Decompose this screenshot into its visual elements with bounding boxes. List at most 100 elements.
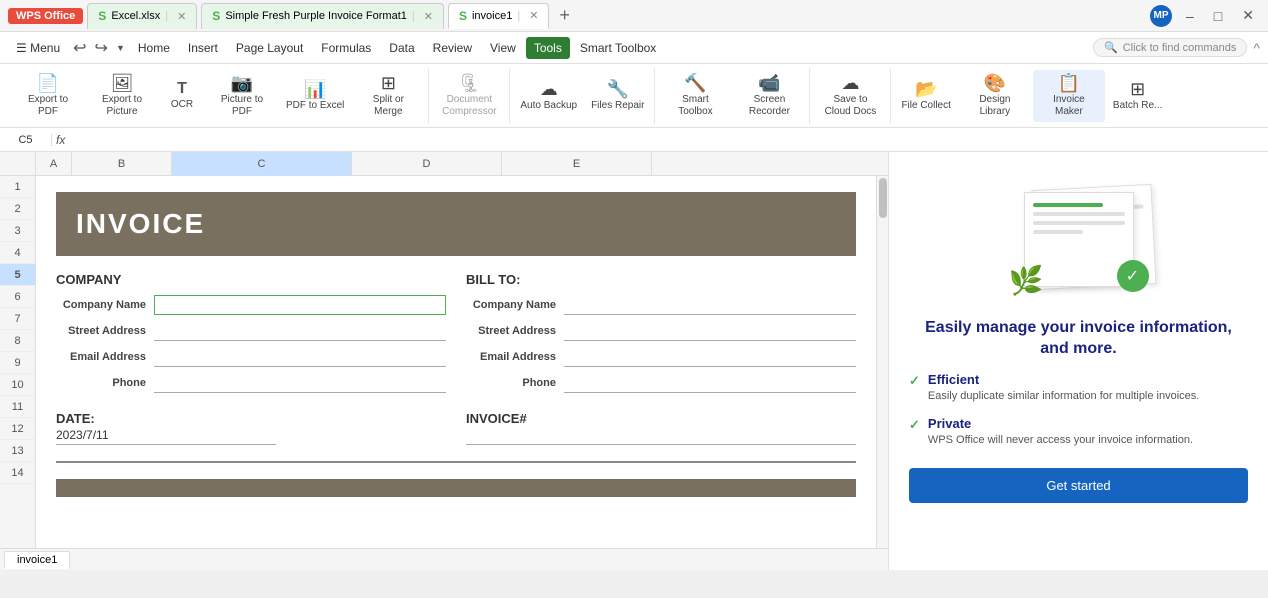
- simple-tab-label: Simple Fresh Purple Invoice Format1: [225, 10, 407, 22]
- excel-tab-close[interactable]: ✕: [177, 10, 186, 23]
- invoice-maker-button[interactable]: 📋 Invoice Maker: [1033, 70, 1105, 122]
- invoice-bottom-bar: [56, 479, 856, 497]
- row-8[interactable]: 8: [0, 330, 35, 352]
- toolbar-group-extra: 📂 File Collect 🎨 Design Library 📋 Invoic…: [891, 68, 1172, 124]
- undo-button[interactable]: ↩: [70, 36, 89, 60]
- row-11[interactable]: 11: [0, 396, 35, 418]
- undo-dropdown[interactable]: ▼: [113, 41, 128, 55]
- row-10[interactable]: 10: [0, 374, 35, 396]
- vertical-scrollbar[interactable]: [876, 176, 888, 548]
- row-1[interactable]: 1: [0, 176, 35, 198]
- col-header-a[interactable]: A: [36, 152, 72, 176]
- batch-button[interactable]: ⊞ Batch Re...: [1107, 70, 1168, 122]
- right-panel: 🌿 ✓ Easily manage your invoice informati…: [888, 152, 1268, 570]
- split-merge-button[interactable]: ⊞ Split or Merge: [352, 70, 424, 122]
- search-placeholder: Click to find commands: [1123, 42, 1237, 54]
- tab-simple[interactable]: S Simple Fresh Purple Invoice Format1 | …: [201, 3, 444, 29]
- feature-private: ✓ Private WPS Office will never access y…: [909, 416, 1248, 448]
- get-started-button[interactable]: Get started: [909, 468, 1248, 503]
- maximize-button[interactable]: □: [1208, 6, 1228, 26]
- simple-tab-close[interactable]: ✕: [424, 10, 433, 23]
- minimize-button[interactable]: –: [1180, 6, 1200, 26]
- company-name-input[interactable]: [154, 295, 446, 315]
- screen-recorder-icon: 📹: [758, 74, 780, 92]
- menu-smart-toolbox[interactable]: Smart Toolbox: [572, 37, 664, 59]
- search-box[interactable]: 🔍 Click to find commands: [1093, 38, 1247, 57]
- email-address-input[interactable]: [154, 347, 446, 367]
- add-tab-button[interactable]: +: [553, 5, 576, 26]
- title-bar: WPS Office S Excel.xlsx | ✕ S Simple Fre…: [0, 0, 1268, 32]
- invoice-divider: [56, 461, 856, 463]
- menu-page-layout[interactable]: Page Layout: [228, 37, 311, 59]
- billto-email-input[interactable]: [564, 347, 856, 367]
- file-collect-button[interactable]: 📂 File Collect: [895, 70, 956, 122]
- tab-excel[interactable]: S Excel.xlsx | ✕: [87, 3, 197, 29]
- invoice-num-col: INVOICE#: [466, 411, 856, 445]
- menu-home[interactable]: Home: [130, 37, 178, 59]
- formula-fx: fx: [56, 133, 65, 147]
- wps-button[interactable]: WPS Office: [8, 8, 83, 24]
- row-3[interactable]: 3: [0, 220, 35, 242]
- billto-section-title: BILL TO:: [466, 272, 856, 287]
- smart-toolbox-icon: 🔨: [684, 74, 706, 92]
- sheet-tab-invoice1[interactable]: invoice1: [4, 551, 70, 569]
- files-repair-button[interactable]: 🔧 Files Repair: [585, 70, 650, 122]
- row-9[interactable]: 9: [0, 352, 35, 374]
- save-cloud-button[interactable]: ☁ Save to Cloud Docs: [814, 70, 886, 122]
- file-collect-icon: 📂: [915, 80, 937, 98]
- illustration-container: 🌿 ✓: [989, 172, 1169, 302]
- doc-compressor-button[interactable]: 🗜 Document Compressor: [433, 70, 505, 122]
- panel-title: Easily manage your invoice information, …: [909, 318, 1248, 360]
- street-address-input[interactable]: [154, 321, 446, 341]
- pdf-to-excel-button[interactable]: 📊 PDF to Excel: [280, 70, 350, 122]
- row-2[interactable]: 2: [0, 198, 35, 220]
- menu-tools[interactable]: Tools: [526, 37, 570, 59]
- collapse-ribbon-button[interactable]: ^: [1253, 40, 1260, 56]
- col-header-d[interactable]: D: [352, 152, 502, 176]
- toolbar-group-compress: 🗜 Document Compressor: [429, 68, 510, 124]
- row-12[interactable]: 12: [0, 418, 35, 440]
- row-4[interactable]: 4: [0, 242, 35, 264]
- menu-data[interactable]: Data: [381, 37, 422, 59]
- col-header-b[interactable]: B: [72, 152, 172, 176]
- illus-front-line-4: [1033, 230, 1083, 234]
- menu-button[interactable]: ☰ Menu: [8, 37, 68, 59]
- invoice1-tab-label: invoice1: [472, 10, 512, 22]
- tab-invoice1[interactable]: S invoice1 | ✕: [448, 3, 549, 29]
- auto-backup-button[interactable]: ☁ Auto Backup: [514, 70, 583, 122]
- billto-company-name-input[interactable]: [564, 295, 856, 315]
- export-pdf-button[interactable]: 📄 Export to PDF: [12, 70, 84, 122]
- menu-insert[interactable]: Insert: [180, 37, 226, 59]
- row-13[interactable]: 13: [0, 440, 35, 462]
- invoice1-tab-close[interactable]: ✕: [529, 9, 538, 22]
- billto-street-input[interactable]: [564, 321, 856, 341]
- cell-reference[interactable]: C5: [0, 134, 52, 146]
- row-5[interactable]: 5: [0, 264, 35, 286]
- menu-view[interactable]: View: [482, 37, 524, 59]
- ocr-button[interactable]: T OCR: [160, 70, 204, 122]
- close-button[interactable]: ✕: [1236, 5, 1260, 26]
- menu-formulas[interactable]: Formulas: [313, 37, 379, 59]
- row-numbers: 1 2 3 4 5 6 7 8 9 10 11 12 13 14: [0, 176, 36, 548]
- spreadsheet: A B C D E 1 2 3 4 5 6 7 8 9 10 11 12 13: [0, 152, 888, 570]
- screen-recorder-button[interactable]: 📹 Screen Recorder: [733, 70, 805, 122]
- design-library-button[interactable]: 🎨 Design Library: [959, 70, 1031, 122]
- column-headers: A B C D E: [0, 152, 888, 176]
- row-6[interactable]: 6: [0, 286, 35, 308]
- row-7[interactable]: 7: [0, 308, 35, 330]
- picture-to-pdf-button[interactable]: 📷 Picture to PDF: [206, 70, 278, 122]
- tab-split-2: |: [412, 10, 415, 22]
- col-header-c[interactable]: C: [172, 152, 352, 176]
- billto-phone-input[interactable]: [564, 373, 856, 393]
- date-col: DATE: 2023/7/11: [56, 411, 446, 445]
- billto-company-name-field: Company Name: [466, 295, 856, 315]
- phone-input[interactable]: [154, 373, 446, 393]
- col-header-e[interactable]: E: [502, 152, 652, 176]
- smart-toolbox-button[interactable]: 🔨 Smart Toolbox: [659, 70, 731, 122]
- row-14[interactable]: 14: [0, 462, 35, 484]
- export-picture-button[interactable]: 🖼 Export to Picture: [86, 70, 158, 122]
- redo-button[interactable]: ↪: [92, 36, 111, 60]
- menu-review[interactable]: Review: [425, 37, 480, 59]
- search-icon: 🔍: [1104, 41, 1118, 54]
- date-label: DATE:: [56, 411, 446, 426]
